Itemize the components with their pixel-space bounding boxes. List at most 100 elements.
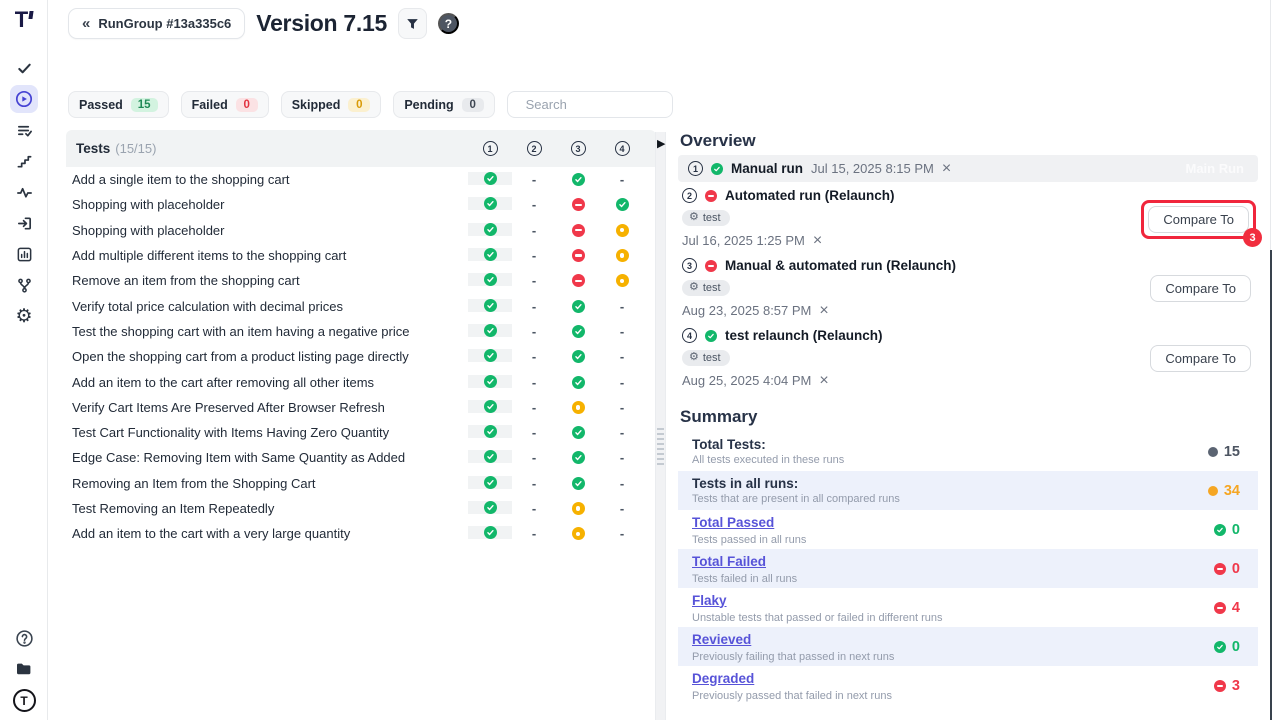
filter-chip-label: Failed xyxy=(192,98,228,112)
summary-value: 15 xyxy=(1208,444,1240,460)
result-cell: - xyxy=(512,248,556,263)
result-cell: - xyxy=(512,526,556,541)
pane-divider[interactable] xyxy=(655,132,666,720)
filter-chip-label: Pending xyxy=(404,98,453,112)
summary-value: 0 xyxy=(1214,522,1240,538)
sidebar-item-tests[interactable] xyxy=(10,54,38,82)
result-cell xyxy=(556,197,600,212)
search-input[interactable] xyxy=(526,97,702,112)
test-row[interactable]: Verify total price calculation with deci… xyxy=(66,293,656,318)
result-cells: - xyxy=(468,197,644,212)
run-item-main[interactable]: 1Manual runJul 15, 2025 8:15 PM×Main Run xyxy=(678,155,1258,182)
test-row[interactable]: Test Cart Functionality with Items Havin… xyxy=(66,420,656,445)
compare-to-button[interactable]: Compare To xyxy=(1150,345,1251,372)
test-row[interactable]: Shopping with placeholder- xyxy=(66,192,656,217)
page-help-button[interactable]: ? xyxy=(438,13,459,34)
bar-chart-box-icon xyxy=(16,246,33,263)
test-row[interactable]: Removing an Item from the Shopping Cart-… xyxy=(66,471,656,496)
sidebar-projects-button[interactable] xyxy=(13,658,35,680)
summary-title: Tests in all runs: xyxy=(692,476,1208,491)
passed-icon xyxy=(484,223,497,236)
run-item[interactable]: 2Automated run (Relaunch)⚙testJul 16, 20… xyxy=(678,188,1258,250)
filter-chip-count: 0 xyxy=(348,98,370,112)
sidebar-item-milestones[interactable] xyxy=(10,147,38,175)
result-cell xyxy=(468,349,512,362)
annotation-step-badge: 3 xyxy=(1243,228,1262,247)
sidebar-item-settings[interactable]: ⚙ xyxy=(10,302,38,330)
tests-count: (15/15) xyxy=(115,141,156,156)
summary-link[interactable]: Degraded xyxy=(692,671,754,686)
sidebar-item-branches[interactable] xyxy=(10,271,38,299)
run-column-header: 2 xyxy=(512,141,556,156)
result-cell: - xyxy=(600,526,644,541)
result-cells: - xyxy=(468,223,644,238)
summary-link[interactable]: Revieved xyxy=(692,632,751,647)
summary-link[interactable]: Total Failed xyxy=(692,554,766,569)
passed-icon xyxy=(484,248,497,261)
summary-value: 34 xyxy=(1208,483,1240,499)
sidebar-item-reports[interactable] xyxy=(10,240,38,268)
sidebar-help-button[interactable] xyxy=(13,627,35,649)
summary-link[interactable]: Total Passed xyxy=(692,515,774,530)
run-date: Aug 25, 2025 4:04 PM xyxy=(682,373,811,388)
summary-row: DegradedPreviously passed that failed in… xyxy=(678,666,1258,705)
result-cell: - xyxy=(512,476,556,491)
divider-drag-handle[interactable] xyxy=(657,428,664,468)
test-row[interactable]: Open the shopping cart from a product li… xyxy=(66,344,656,369)
compare-to-button[interactable]: Compare To xyxy=(1148,206,1249,233)
filter-chip-passed[interactable]: Passed15 xyxy=(68,91,169,118)
run-tag-label: test xyxy=(703,212,721,224)
run-number-badge: 2 xyxy=(682,188,697,203)
skipped-icon xyxy=(616,224,629,237)
no-result-dash: - xyxy=(532,197,536,212)
scrollbar-thumb[interactable] xyxy=(1270,250,1272,720)
summary-list: Total Tests:All tests executed in these … xyxy=(678,432,1258,705)
remove-run-icon[interactable]: × xyxy=(819,373,828,389)
filter-chip-skipped[interactable]: Skipped0 xyxy=(281,91,382,118)
test-row[interactable]: Edge Case: Removing Item with Same Quant… xyxy=(66,445,656,470)
test-row[interactable]: Add an item to the cart after removing a… xyxy=(66,369,656,394)
result-cell xyxy=(468,501,512,514)
run-item[interactable]: 4test relaunch (Relaunch)⚙testAug 25, 20… xyxy=(678,328,1258,390)
test-row[interactable]: Remove an item from the shopping cart- xyxy=(66,268,656,293)
remove-run-icon[interactable]: × xyxy=(819,303,828,319)
sidebar-item-runs[interactable] xyxy=(10,85,38,113)
sidebar-item-import[interactable] xyxy=(10,209,38,237)
test-row[interactable]: Test the shopping cart with an item havi… xyxy=(66,319,656,344)
result-cells: -- xyxy=(468,450,644,465)
passed-icon xyxy=(572,173,585,186)
chevrons-left-icon: « xyxy=(82,15,90,32)
result-cell xyxy=(468,223,512,236)
folder-icon xyxy=(15,660,33,678)
passed-icon xyxy=(484,476,497,489)
filter-chip-failed[interactable]: Failed0 xyxy=(181,91,269,118)
run-number-badge: 2 xyxy=(527,141,542,156)
compare-to-button[interactable]: Compare To xyxy=(1150,275,1251,302)
test-row[interactable]: Add an item to the cart with a very larg… xyxy=(66,521,656,546)
collapse-pane-icon[interactable]: ▶ xyxy=(657,139,665,150)
remove-run-icon[interactable]: × xyxy=(813,233,822,249)
passed-icon xyxy=(1214,641,1226,653)
test-name: Remove an item from the shopping cart xyxy=(66,273,468,288)
test-row[interactable]: Test Removing an Item Repeatedly-- xyxy=(66,496,656,521)
filter-chip-pending[interactable]: Pending0 xyxy=(393,91,494,118)
failed-icon xyxy=(705,260,717,272)
filter-button[interactable] xyxy=(398,8,427,39)
remove-run-icon[interactable]: × xyxy=(942,161,951,177)
result-cells: -- xyxy=(468,349,644,364)
test-row[interactable]: Verify Cart Items Are Preserved After Br… xyxy=(66,395,656,420)
rungroup-back-button[interactable]: « RunGroup #13a335c6 xyxy=(68,8,245,39)
app-logo-icon[interactable]: T xyxy=(0,7,48,33)
summary-row-left: RevievedPreviously failing that passed i… xyxy=(692,631,1214,663)
test-row[interactable]: Add multiple different items to the shop… xyxy=(66,243,656,268)
sidebar-item-analytics[interactable] xyxy=(10,178,38,206)
sidebar-item-plans[interactable] xyxy=(10,116,38,144)
test-row[interactable]: Add a single item to the shopping cart-- xyxy=(66,167,656,192)
account-avatar[interactable]: T xyxy=(13,689,36,712)
test-row[interactable]: Shopping with placeholder- xyxy=(66,218,656,243)
gray-dot-icon xyxy=(1208,447,1218,457)
run-item[interactable]: 3Manual & automated run (Relaunch)⚙testA… xyxy=(678,258,1258,320)
summary-link[interactable]: Flaky xyxy=(692,593,727,608)
result-cell xyxy=(556,375,600,390)
passed-icon xyxy=(484,299,497,312)
